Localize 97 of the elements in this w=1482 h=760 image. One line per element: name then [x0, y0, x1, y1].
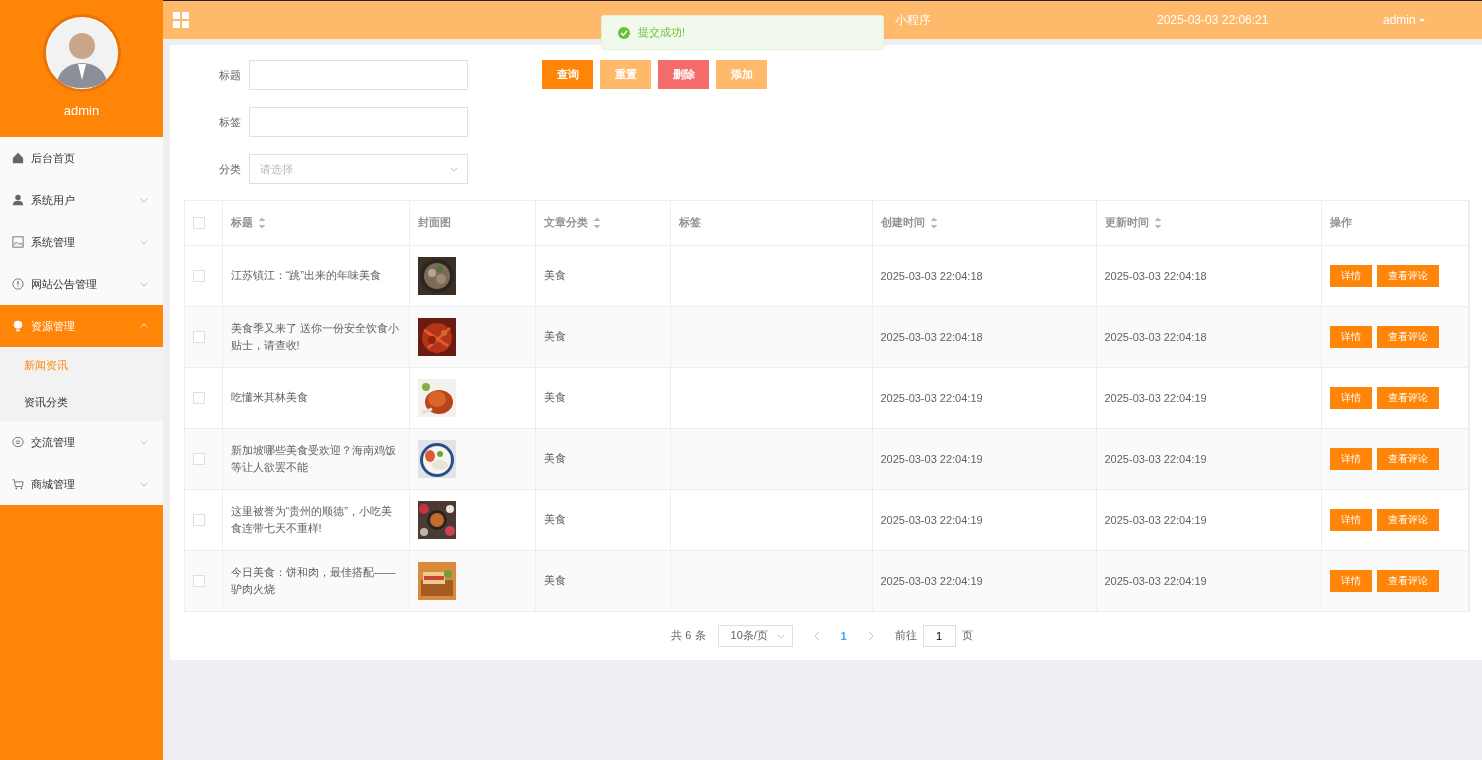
column-header: 封面图 — [417, 216, 451, 229]
user-icon — [12, 194, 24, 206]
table-cell-text: 新加坡哪些美食受欢迎？海南鸡饭等让人欲罢不能 — [230, 442, 397, 475]
row-action-button[interactable]: 查看评论 — [1376, 325, 1439, 348]
datetime: 2025-03-03 22:06:21 — [1157, 13, 1270, 27]
checkbox[interactable] — [193, 452, 205, 465]
username: admin — [63, 103, 100, 118]
header-title: 小程序 — [895, 11, 932, 29]
toast-message: 提交成功! — [601, 15, 884, 50]
table-cell: 2025-03-03 22:04:19 — [1104, 574, 1207, 587]
menu-icon — [173, 12, 189, 28]
image-icon — [12, 236, 24, 248]
table-cell-text: 这里被誉为“贵州的顺德”，小吃美食连带七天不重样! — [230, 503, 393, 536]
table-cell-text: 江苏镇江：“跳”出来的年味美食 — [230, 268, 382, 283]
table-cell: 2025-03-03 22:04:19 — [1104, 391, 1207, 404]
prev-page-icon — [812, 630, 821, 641]
table-cell-text: 吃懂米其林美食 — [230, 390, 309, 405]
row-action-button[interactable]: 查看评论 — [1376, 386, 1439, 409]
checkbox[interactable] — [193, 330, 205, 343]
table-cell: 2025-03-03 22:04:18 — [1104, 269, 1207, 282]
action-button[interactable]: 重置 — [600, 60, 651, 89]
sort-icon — [257, 217, 266, 230]
sidebar-item[interactable]: 商城管理 — [0, 463, 163, 505]
table-cell: 2025-03-03 22:04:19 — [1104, 513, 1207, 526]
column-header[interactable]: 文章分类 — [543, 216, 588, 229]
sidebar-item[interactable]: 系统用户 — [0, 179, 163, 221]
sidebar-item[interactable]: 后台首页 — [0, 137, 163, 179]
sidebar-item[interactable]: 交流管理 — [0, 421, 163, 463]
goto-label: 前往 — [894, 628, 917, 643]
sort-icon — [592, 217, 601, 230]
table-cell: 美食 — [543, 269, 566, 281]
cart-icon — [12, 478, 24, 490]
row-action-button[interactable]: 详情 — [1329, 325, 1372, 348]
info-icon — [12, 278, 24, 290]
row-action-button[interactable]: 详情 — [1329, 264, 1372, 287]
chat-icon — [12, 436, 24, 448]
avatar — [46, 18, 117, 88]
input-field[interactable] — [249, 107, 468, 137]
row-action-button[interactable]: 查看评论 — [1376, 508, 1439, 531]
submenu-item[interactable]: 资讯分类 — [0, 384, 163, 421]
action-button[interactable]: 删除 — [658, 60, 709, 89]
table-cell: 美食 — [543, 330, 566, 342]
caret-icon — [1417, 16, 1426, 24]
sidebar-item[interactable]: 网站公告管理 — [0, 263, 163, 305]
total-count: 共 6 条 — [671, 628, 706, 643]
page-input[interactable]: 1 — [922, 624, 956, 647]
checkbox[interactable] — [193, 391, 205, 404]
row-action-button[interactable]: 查看评论 — [1376, 447, 1439, 470]
action-button[interactable]: 添加 — [716, 60, 767, 89]
table-cell: 美食 — [543, 452, 566, 464]
table-cell-text: 今日美食：饼和肉，最佳搭配——驴肉火烧 — [230, 564, 397, 597]
field-label: 标签 — [218, 114, 242, 130]
page-number[interactable]: 1 — [840, 629, 847, 642]
column-header[interactable]: 更新时间 — [1104, 216, 1149, 229]
sidebar-item[interactable]: 资源管理 — [0, 305, 163, 347]
user-menu[interactable]: admin — [1383, 13, 1426, 27]
submenu-item[interactable]: 新闻资讯 — [0, 347, 163, 384]
table-cell: 2025-03-03 22:04:19 — [880, 452, 983, 465]
checkbox[interactable] — [193, 574, 205, 587]
row-action-button[interactable]: 详情 — [1329, 569, 1372, 592]
checkbox[interactable] — [193, 513, 205, 526]
column-header[interactable]: 标题 — [230, 216, 253, 229]
next-page-icon — [866, 630, 875, 641]
table-cell: 2025-03-03 22:04:19 — [880, 513, 983, 526]
table-cell: 2025-03-03 22:04:18 — [880, 269, 983, 282]
column-header[interactable]: 创建时间 — [880, 216, 925, 229]
row-action-button[interactable]: 查看评论 — [1376, 569, 1439, 592]
select-field[interactable]: 请选择 — [249, 154, 468, 184]
table-cell: 2025-03-03 22:04:19 — [880, 391, 983, 404]
row-action-button[interactable]: 查看评论 — [1376, 264, 1439, 287]
row-action-button[interactable]: 详情 — [1329, 508, 1372, 531]
field-label: 分类 — [218, 161, 242, 177]
checkbox[interactable] — [193, 269, 205, 282]
table-cell: 2025-03-03 22:04:19 — [1104, 452, 1207, 465]
column-header: 操作 — [1329, 216, 1352, 229]
table-cell: 美食 — [543, 513, 566, 525]
home-icon — [12, 152, 24, 164]
table-cell: 2025-03-03 22:04:18 — [1104, 330, 1207, 343]
page-unit: 页 — [961, 628, 973, 643]
field-label: 标题 — [218, 67, 242, 83]
table-cell: 2025-03-03 22:04:18 — [880, 330, 983, 343]
sidebar-item[interactable]: 系统管理 — [0, 221, 163, 263]
check-icon — [618, 26, 630, 39]
page-size-select[interactable]: 10条/页 — [717, 624, 793, 647]
table-cell: 美食 — [543, 391, 566, 403]
table-cell: 美食 — [543, 574, 566, 586]
checkbox[interactable] — [193, 216, 205, 229]
table-cell-text: 美食季又来了 送你一份安全饮食小贴士，请查收! — [230, 320, 400, 353]
table-cell: 2025-03-03 22:04:19 — [880, 574, 983, 587]
row-action-button[interactable]: 详情 — [1329, 386, 1372, 409]
sort-icon — [929, 217, 938, 230]
sort-icon — [1153, 217, 1162, 230]
input-field[interactable] — [249, 60, 468, 90]
column-header: 标签 — [678, 216, 701, 229]
action-button[interactable]: 查询 — [542, 60, 593, 89]
row-action-button[interactable]: 详情 — [1329, 447, 1372, 470]
lightbulb-icon — [12, 320, 24, 332]
